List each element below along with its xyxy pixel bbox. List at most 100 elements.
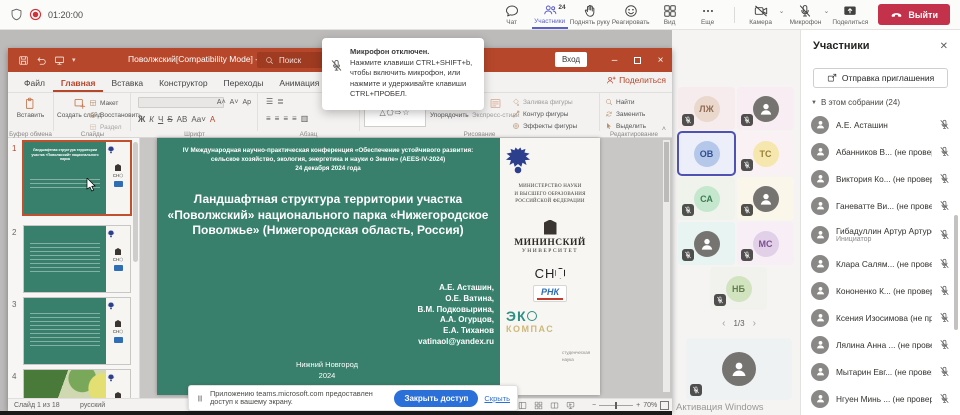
participant-row[interactable]: Виктория Ко... (не проверено) <box>801 165 960 192</box>
invite-button[interactable]: Отправка приглашения <box>813 68 948 88</box>
pause-icon[interactable] <box>196 394 204 403</box>
participant-row[interactable]: Нгуен Минь ... (не проверено) <box>801 385 960 412</box>
align-center-button[interactable]: ≡ <box>275 114 280 123</box>
slide-canvas[interactable]: IV Международная научно-практическая кон… <box>157 138 600 395</box>
slide-thumbnail-2[interactable]: СН⬡ <box>24 226 130 292</box>
minimize-button[interactable]: – <box>603 48 626 72</box>
tab-home[interactable]: Главная <box>53 78 104 92</box>
participant-row[interactable]: А.Е. Асташин <box>801 111 960 138</box>
camera-chevron-icon[interactable]: ⌄ <box>779 7 785 15</box>
shape-outline-button[interactable]: Контур фигуры <box>512 108 568 120</box>
mic-button[interactable]: Микрофон <box>787 0 823 29</box>
layout-button[interactable]: Макет <box>89 97 118 109</box>
video-tile[interactable] <box>737 87 794 130</box>
camera-button[interactable]: Камера <box>743 0 779 29</box>
participants-button[interactable]: 24 Участники <box>532 0 568 29</box>
participant-row[interactable]: Мытарин Евг... (не проверено) <box>801 358 960 385</box>
present-icon[interactable] <box>54 55 65 66</box>
participant-row[interactable]: Ганеватте Ви... (не проверено) <box>801 192 960 219</box>
video-tile[interactable]: СА <box>678 177 735 220</box>
slideshow-view-icon[interactable] <box>566 401 575 410</box>
ppt-share-button[interactable]: Поделиться <box>606 75 666 85</box>
reading-view-icon[interactable] <box>550 401 559 410</box>
participant-row[interactable]: Лялина Анна ... (не проверено) <box>801 331 960 358</box>
panel-scrollbar[interactable] <box>954 215 958 330</box>
stop-sharing-button[interactable]: Закрыть доступ <box>394 390 478 407</box>
slide-thumbnail-4[interactable] <box>24 370 130 398</box>
strike-button[interactable]: S <box>167 115 172 124</box>
bullets-button[interactable]: ☰ <box>266 97 273 106</box>
video-tile[interactable] <box>737 177 794 220</box>
shape-fill-button[interactable]: Заливка фигуры <box>512 96 573 108</box>
font-name-box[interactable] <box>138 97 224 108</box>
char-spacing-button[interactable]: АВ <box>177 115 188 124</box>
numbering-button[interactable]: ≣ <box>277 97 284 106</box>
zoom-slider[interactable] <box>599 405 633 406</box>
tab-file[interactable]: Файл <box>16 78 53 92</box>
shrink-font-button[interactable]: А˅ <box>230 99 239 106</box>
prev-page-icon[interactable]: ‹ <box>722 318 725 329</box>
bold-button[interactable]: Ж <box>138 115 145 124</box>
underline-button[interactable]: Ч <box>158 115 163 124</box>
restore-button[interactable] <box>626 48 649 72</box>
participant-row[interactable]: Ксения Изосимова (не прове... <box>801 304 960 331</box>
view-button[interactable]: Вид <box>652 0 688 29</box>
video-tile[interactable]: ЛЖ <box>678 87 735 130</box>
undo-icon[interactable] <box>36 55 47 66</box>
paste-button[interactable]: Вставить <box>8 93 53 119</box>
tab-design[interactable]: Конструктор <box>151 78 215 92</box>
video-tile[interactable] <box>678 222 735 265</box>
react-button[interactable]: Реагировать <box>612 0 650 29</box>
zoom-out-button[interactable]: − <box>592 402 596 409</box>
hide-banner-link[interactable]: Скрыть <box>484 394 510 403</box>
normal-view-icon[interactable] <box>518 401 527 410</box>
close-button[interactable]: × <box>649 48 672 72</box>
font-color-button[interactable]: А <box>210 115 215 124</box>
thumbnails-scrollbar[interactable] <box>133 142 138 262</box>
tab-insert[interactable]: Вставка <box>103 78 151 92</box>
participant-row[interactable]: Абанников В... (не проверено) <box>801 138 960 165</box>
zoom-in-button[interactable]: + <box>636 402 640 409</box>
participant-row[interactable]: Клара Салям... (не проверено) <box>801 250 960 277</box>
participant-row[interactable]: Гибадуллин Артур АртуровичИнициатор <box>801 219 960 250</box>
video-tile[interactable]: ТС <box>737 132 794 175</box>
save-icon[interactable] <box>18 55 29 66</box>
leave-button[interactable]: Выйти <box>878 4 950 25</box>
italic-button[interactable]: К <box>149 115 154 124</box>
justify-button[interactable]: ≡ <box>292 114 297 123</box>
signin-button[interactable]: Вход <box>555 52 587 67</box>
close-panel-icon[interactable]: ✕ <box>940 41 948 52</box>
share-button[interactable]: Поделиться <box>832 0 868 29</box>
video-tile-speaking[interactable]: ОВ <box>678 132 735 175</box>
tab-animations[interactable]: Анимация <box>271 78 327 92</box>
slide-sorter-icon[interactable] <box>534 401 543 410</box>
clear-format-button[interactable]: Ар <box>242 99 251 106</box>
video-tile[interactable]: МС <box>737 222 794 265</box>
find-button[interactable]: Найти <box>605 96 635 108</box>
section-header[interactable]: ▼ В этом собрании (24) <box>801 88 960 111</box>
video-tile[interactable]: НБ <box>710 267 767 310</box>
slide-scrollbar[interactable] <box>663 140 670 392</box>
case-button[interactable]: Аа˅ <box>191 115 206 124</box>
fit-slide-button[interactable] <box>660 401 669 410</box>
grow-font-button[interactable]: А˄ <box>217 99 226 106</box>
self-video-tile[interactable] <box>686 338 792 400</box>
participant-row[interactable]: Кононенко К... (не проверено) <box>801 277 960 304</box>
mic-chevron-icon[interactable]: ⌄ <box>823 7 829 15</box>
raise-hand-button[interactable]: Поднять руку <box>570 0 610 29</box>
rnk-logo: РНК <box>533 285 567 302</box>
next-page-icon[interactable]: › <box>753 318 756 329</box>
columns-button[interactable]: ▥ <box>301 114 309 123</box>
slide-thumbnail-1[interactable]: Ландшафтная структура территории участка… <box>24 142 130 214</box>
language-indicator[interactable]: русский <box>80 402 105 409</box>
more-button[interactable]: Еще <box>690 0 726 29</box>
collapse-ribbon-icon[interactable]: ˄ <box>662 126 666 133</box>
align-right-button[interactable]: ≡ <box>283 114 288 123</box>
slide-thumbnail-3[interactable]: СН⬡ <box>24 298 130 364</box>
chat-button[interactable]: Чат <box>494 0 530 29</box>
replace-button[interactable]: Заменить <box>605 108 645 120</box>
qat-caret-icon[interactable]: ▾ <box>72 56 76 64</box>
align-left-button[interactable]: ≡ <box>266 114 271 123</box>
tile-initials: ОВ <box>694 141 720 167</box>
tab-transitions[interactable]: Переходы <box>216 78 272 92</box>
